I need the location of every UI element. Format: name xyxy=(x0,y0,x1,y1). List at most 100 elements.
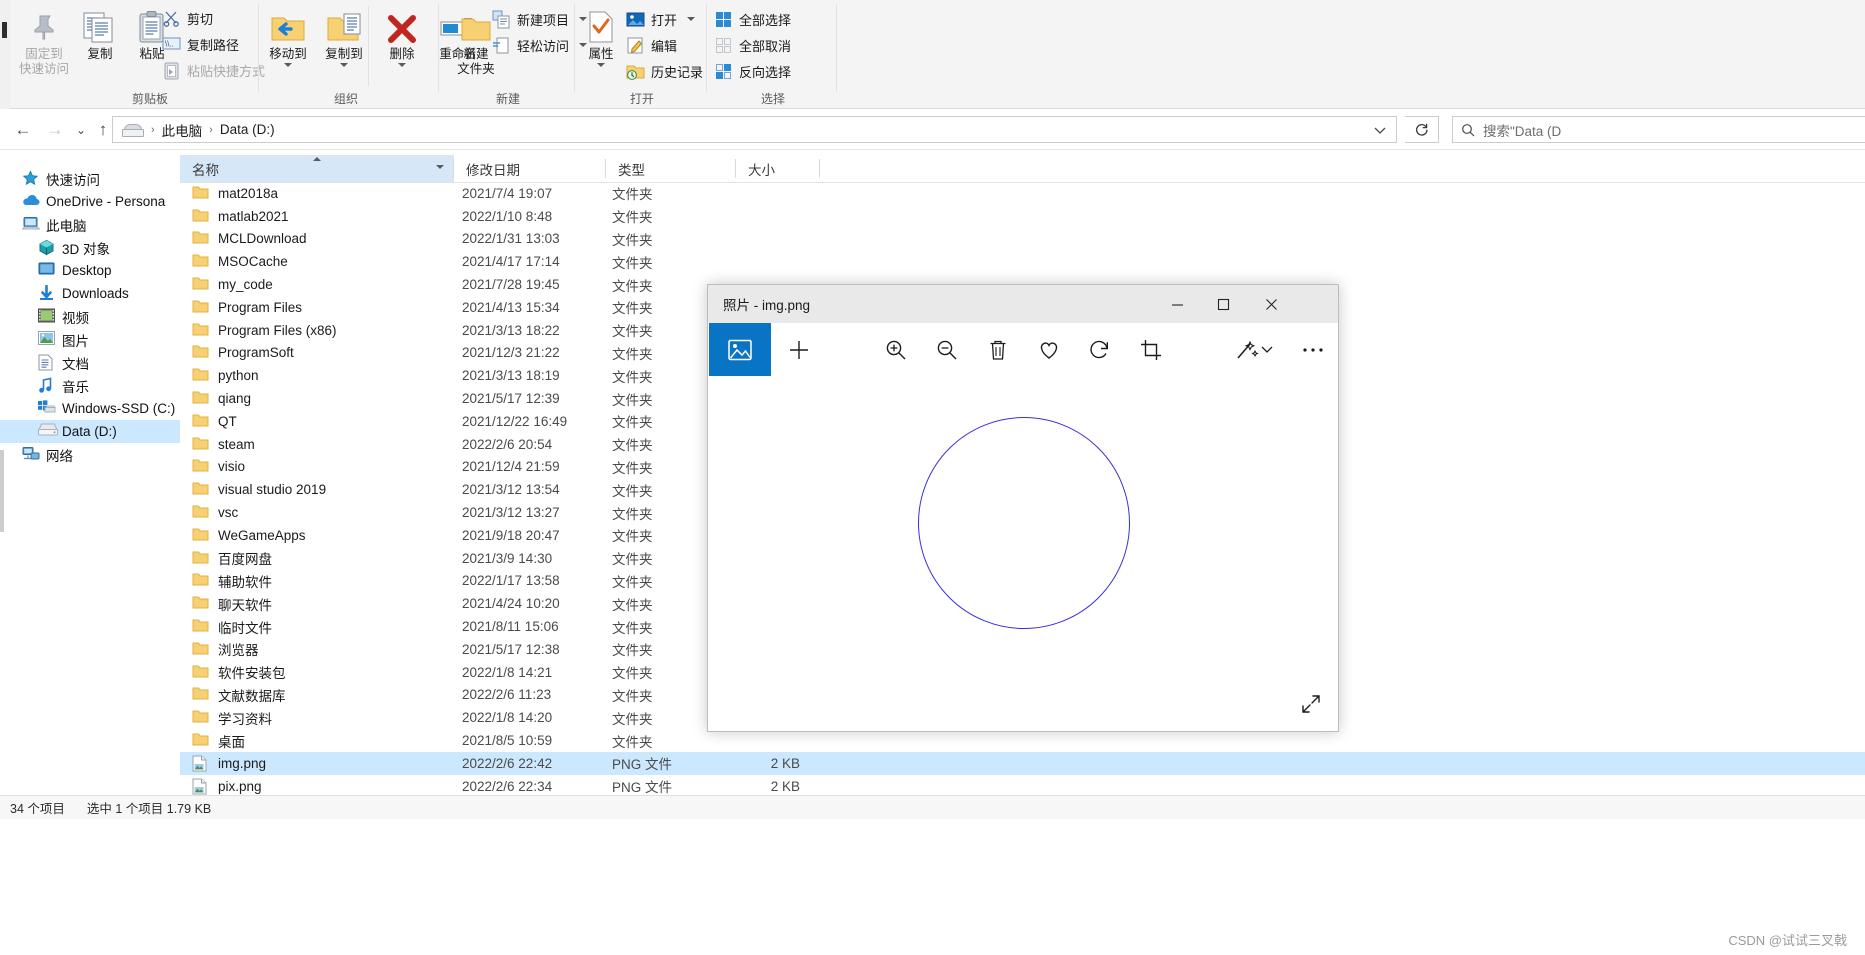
cell-name[interactable]: my_code xyxy=(192,276,273,293)
sidebar-item-10[interactable]: Windows-SSD (C:) xyxy=(0,397,180,420)
photos-image-canvas[interactable] xyxy=(708,378,1336,729)
column-filter-icon[interactable] xyxy=(436,165,444,169)
cell-name[interactable]: 浏览器 xyxy=(192,639,259,659)
sidebar-item-12[interactable]: 网络 xyxy=(0,443,180,466)
photos-title-bar[interactable]: 照片 - img.png xyxy=(708,285,1338,323)
sidebar-item-4[interactable]: Desktop xyxy=(0,259,180,282)
navigation-pane[interactable]: 快速访问 OneDrive - Persona 此电脑 3D 对象 Desktop Dow… xyxy=(0,150,180,795)
favorite-button[interactable] xyxy=(1024,323,1074,376)
cell-name[interactable]: MSOCache xyxy=(192,253,288,270)
cut-button[interactable]: 剪切 xyxy=(162,6,213,30)
column-header-date[interactable]: 修改日期 xyxy=(454,155,606,182)
edit-dropdown[interactable] xyxy=(1254,323,1280,376)
cell-name[interactable]: 文献数据库 xyxy=(192,685,286,705)
open-caret-icon[interactable] xyxy=(687,17,696,21)
sidebar-item-8[interactable]: 文档 xyxy=(0,351,180,374)
delete-button[interactable] xyxy=(973,323,1023,376)
breadcrumb[interactable]: › 此电脑 › Data (D:) xyxy=(112,116,1397,143)
cell-name[interactable]: 辅助软件 xyxy=(192,571,272,591)
photos-toolbar[interactable] xyxy=(708,323,1338,378)
sidebar-item-1[interactable]: OneDrive - Persona xyxy=(0,190,180,213)
cell-name[interactable]: QT xyxy=(192,413,237,430)
open-button[interactable]: 打开 xyxy=(626,7,696,31)
copy-to-button[interactable]: 复制到 xyxy=(312,4,376,82)
edit-button[interactable]: 编辑 xyxy=(626,33,677,57)
invert-selection-button[interactable]: 反向选择 xyxy=(714,59,791,83)
expand-arrows-icon[interactable] xyxy=(1300,693,1322,715)
maximize-button[interactable] xyxy=(1201,285,1246,323)
sidebar-item-9[interactable]: 音乐 xyxy=(0,374,180,397)
sidebar-item-11[interactable]: Data (D:) xyxy=(0,420,180,443)
cell-name[interactable]: 学习资料 xyxy=(192,708,272,728)
cell-name[interactable]: 临时文件 xyxy=(192,617,272,637)
sidebar-item-5[interactable]: Downloads xyxy=(0,282,180,305)
zoom-out-button[interactable] xyxy=(922,323,972,376)
delete-caret-icon[interactable] xyxy=(398,63,406,67)
pin-to-quick-access-button[interactable]: 固定到 快速访问 xyxy=(12,4,76,82)
delete-button[interactable]: 删除 xyxy=(370,4,434,82)
cell-name[interactable]: WeGameApps xyxy=(192,527,306,544)
copy-to-caret-icon[interactable] xyxy=(340,63,348,67)
copy-path-button[interactable]: \\.. 复制路径 xyxy=(162,32,239,56)
refresh-button[interactable] xyxy=(1405,116,1439,143)
search-input[interactable]: 搜索"Data (D xyxy=(1452,116,1865,143)
close-button[interactable] xyxy=(1249,285,1294,323)
easy-access-button[interactable]: 轻松访问 xyxy=(492,33,588,57)
table-row[interactable]: mat2018a 2021/7/4 19:07 文件夹 xyxy=(180,182,1865,205)
column-header-name[interactable]: 名称 xyxy=(180,155,454,182)
zoom-in-button[interactable] xyxy=(871,323,921,376)
cell-name[interactable]: img.png xyxy=(192,755,266,772)
forward-button[interactable]: → xyxy=(42,117,68,143)
cell-name[interactable]: matlab2021 xyxy=(192,208,289,225)
sidebar-item-6[interactable]: 视频 xyxy=(0,305,180,328)
cell-name[interactable]: vsc xyxy=(192,504,238,521)
cell-name[interactable]: ProgramSoft xyxy=(192,344,294,361)
cell-name[interactable]: steam xyxy=(192,436,255,453)
sidebar-item-0[interactable]: 快速访问 xyxy=(0,167,180,190)
history-button[interactable]: 历史记录 xyxy=(626,59,703,83)
table-row[interactable]: img.png 2022/2/6 22:42 PNG 文件 2 KB xyxy=(180,751,1865,775)
rotate-button[interactable] xyxy=(1075,323,1125,376)
view-image-button[interactable] xyxy=(709,323,771,376)
column-header-type[interactable]: 类型 xyxy=(606,155,736,182)
column-header-size[interactable]: 大小 xyxy=(736,155,820,182)
cell-name[interactable]: pix.png xyxy=(192,778,262,795)
cell-name[interactable]: 百度网盘 xyxy=(192,548,272,568)
cell-name[interactable]: visual studio 2019 xyxy=(192,481,326,498)
table-row[interactable]: MCLDownload 2022/1/31 13:03 文件夹 xyxy=(180,228,1865,251)
properties-caret-icon[interactable] xyxy=(597,63,605,67)
cell-name[interactable]: 聊天软件 xyxy=(192,594,272,614)
cell-name[interactable]: python xyxy=(192,367,259,384)
table-row[interactable]: 桌面 2021/8/5 10:59 文件夹 xyxy=(180,729,1865,752)
sidebar-item-2[interactable]: 此电脑 xyxy=(0,213,180,236)
table-row[interactable]: pix.png 2022/2/6 22:34 PNG 文件 2 KB xyxy=(180,775,1865,795)
cell-name[interactable]: qiang xyxy=(192,390,251,407)
cell-name[interactable]: visio xyxy=(192,458,245,475)
photos-window[interactable]: 照片 - img.png xyxy=(707,284,1339,732)
add-button[interactable] xyxy=(774,323,824,376)
sidebar-item-7[interactable]: 图片 xyxy=(0,328,180,351)
move-to-button[interactable]: 移动到 xyxy=(256,4,320,82)
sidebar-item-3[interactable]: 3D 对象 xyxy=(0,236,180,259)
move-to-caret-icon[interactable] xyxy=(284,63,292,67)
breadcrumb-item-this-pc[interactable]: 此电脑 xyxy=(162,120,203,140)
cell-name[interactable]: MCLDownload xyxy=(192,230,307,247)
select-none-button[interactable]: 全部取消 xyxy=(714,33,791,57)
breadcrumb-item-data-d[interactable]: Data (D:) xyxy=(220,122,275,137)
table-row[interactable]: MSOCache 2021/4/17 17:14 文件夹 xyxy=(180,250,1865,273)
cell-name[interactable]: Program Files xyxy=(192,299,302,316)
cell-name[interactable]: 软件安装包 xyxy=(192,662,286,682)
back-button[interactable]: ← xyxy=(10,117,36,143)
sidebar-scrollbar[interactable] xyxy=(0,450,4,532)
breadcrumb-dropdown-icon[interactable] xyxy=(1374,126,1386,135)
table-row[interactable]: matlab2021 2022/1/10 8:48 文件夹 xyxy=(180,205,1865,228)
select-all-button[interactable]: 全部选择 xyxy=(714,7,791,31)
minimize-button[interactable] xyxy=(1155,285,1200,323)
cell-name[interactable]: Program Files (x86) xyxy=(192,322,337,339)
more-button[interactable] xyxy=(1288,323,1338,376)
cell-name[interactable]: mat2018a xyxy=(192,185,278,202)
new-item-button[interactable]: 新建项目 xyxy=(492,7,588,31)
properties-button[interactable]: 属性 xyxy=(576,4,626,82)
cell-name[interactable]: 桌面 xyxy=(192,731,245,751)
crop-button[interactable] xyxy=(1126,323,1176,376)
